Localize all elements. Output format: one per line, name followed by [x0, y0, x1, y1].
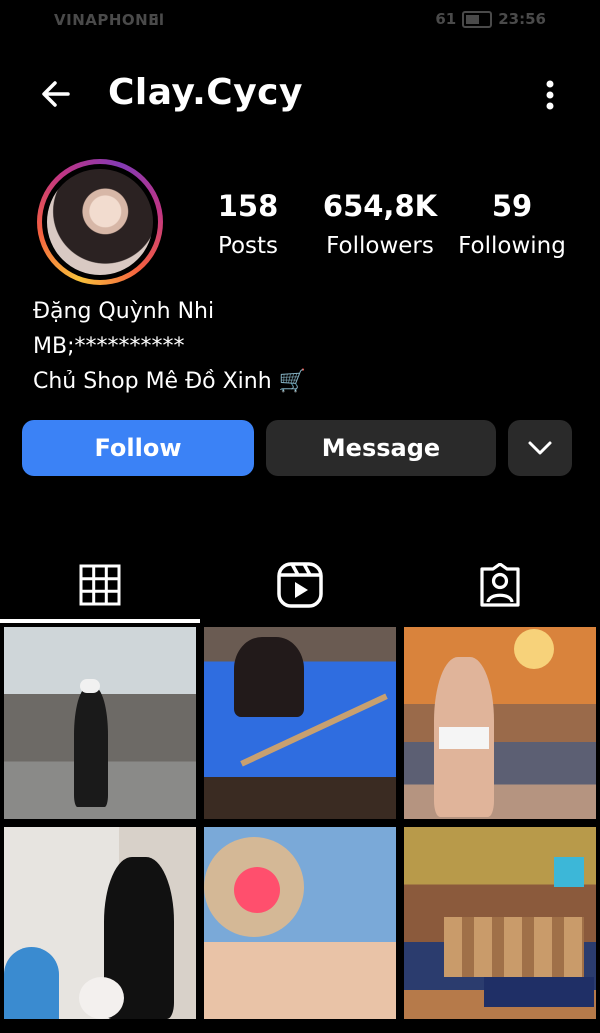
- status-bar: VINAPHONE .ıl 61 23:56: [0, 0, 600, 40]
- post-thumbnail[interactable]: [4, 627, 196, 819]
- more-vertical-icon[interactable]: [537, 78, 563, 112]
- stat-followers[interactable]: 654,8K Followers: [318, 188, 442, 262]
- posts-count: 158: [217, 189, 279, 223]
- chevron-down-icon: [528, 441, 552, 455]
- following-label: Following: [458, 233, 566, 259]
- avatar[interactable]: [37, 159, 163, 285]
- profile-header: Clay.Cycy: [0, 60, 600, 130]
- tagged-icon: [480, 563, 520, 607]
- grid-icon: [79, 564, 121, 606]
- message-button[interactable]: Message: [266, 420, 496, 476]
- tab-posts[interactable]: [0, 548, 200, 622]
- profile-username: Clay.Cycy: [108, 72, 303, 113]
- followers-label: Followers: [326, 233, 434, 259]
- suggested-accounts-button[interactable]: [508, 420, 572, 476]
- stat-following[interactable]: 59 Following: [448, 188, 576, 262]
- profile-bio: Đặng Quỳnh Nhi MB;********** Chủ Shop Mê…: [33, 294, 306, 399]
- tab-reels[interactable]: [200, 548, 400, 622]
- reels-icon: [277, 562, 323, 608]
- avatar-image: [47, 169, 153, 275]
- bio-line: MB;**********: [33, 334, 185, 359]
- posts-label: Posts: [217, 233, 279, 259]
- bio-line: Chủ Shop Mê Đồ Xinh 🛒: [33, 369, 307, 394]
- battery-icon: [462, 10, 493, 28]
- status-time: 23:56: [498, 10, 546, 28]
- follow-button[interactable]: Follow: [22, 420, 254, 476]
- bio-line: Đặng Quỳnh Nhi: [33, 299, 215, 324]
- post-thumbnail[interactable]: [404, 827, 596, 1019]
- post-thumbnail[interactable]: [404, 627, 596, 819]
- signal-icon: .ıl: [148, 11, 164, 29]
- back-arrow-icon[interactable]: [38, 76, 74, 112]
- active-tab-indicator: [0, 619, 200, 623]
- carrier-name: VINAPHONE: [54, 11, 159, 29]
- post-thumbnail[interactable]: [204, 627, 396, 819]
- battery-percent: 61: [435, 10, 457, 28]
- followers-count: 654,8K: [322, 189, 438, 223]
- profile-tabs: [0, 548, 600, 626]
- stat-posts[interactable]: 158 Posts: [200, 188, 296, 262]
- tab-tagged[interactable]: [400, 548, 600, 622]
- post-thumbnail[interactable]: [4, 827, 196, 1019]
- following-count: 59: [491, 189, 533, 223]
- post-thumbnail[interactable]: [204, 827, 396, 1019]
